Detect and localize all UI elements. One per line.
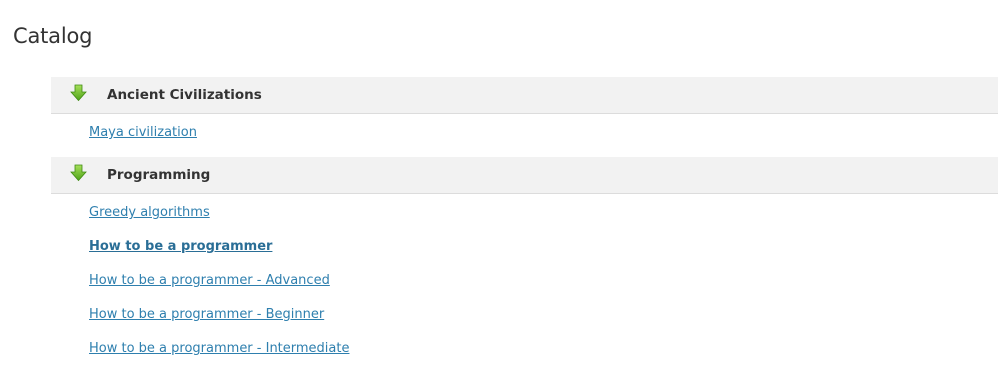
course-link-programmer-advanced[interactable]: How to be a programmer - Advanced: [89, 273, 330, 288]
list-item: How to be a programmer: [51, 228, 998, 262]
list-item: How to be a programmer - Beginner: [51, 296, 998, 330]
course-list: Maya civilization: [51, 114, 998, 148]
list-item: Greedy algorithms: [51, 194, 998, 228]
category-ancient-civilizations: Ancient Civilizations Maya civilization: [51, 77, 998, 148]
course-list: Greedy algorithms How to be a programmer…: [51, 194, 998, 364]
category-title: Ancient Civilizations: [107, 87, 262, 103]
green-down-arrow-icon[interactable]: [68, 82, 90, 104]
course-link-how-to-be-a-programmer[interactable]: How to be a programmer: [89, 239, 272, 254]
list-item: How to be a programmer - Intermediate: [51, 330, 998, 364]
category-programming: Programming Greedy algorithms How to be …: [51, 157, 998, 364]
course-link-greedy-algorithms[interactable]: Greedy algorithms: [89, 205, 210, 220]
category-header[interactable]: Ancient Civilizations: [51, 77, 998, 114]
course-link-programmer-intermediate[interactable]: How to be a programmer - Intermediate: [89, 341, 349, 356]
category-title: Programming: [107, 167, 211, 183]
list-item: How to be a programmer - Advanced: [51, 262, 998, 296]
catalog-list: Ancient Civilizations Maya civilization: [51, 77, 998, 364]
list-item: Maya civilization: [51, 114, 998, 148]
green-down-arrow-icon[interactable]: [68, 162, 90, 184]
course-link-maya-civilization[interactable]: Maya civilization: [89, 125, 197, 140]
category-header[interactable]: Programming: [51, 157, 998, 194]
course-link-programmer-beginner[interactable]: How to be a programmer - Beginner: [89, 307, 324, 322]
page-title: Catalog: [13, 24, 93, 48]
